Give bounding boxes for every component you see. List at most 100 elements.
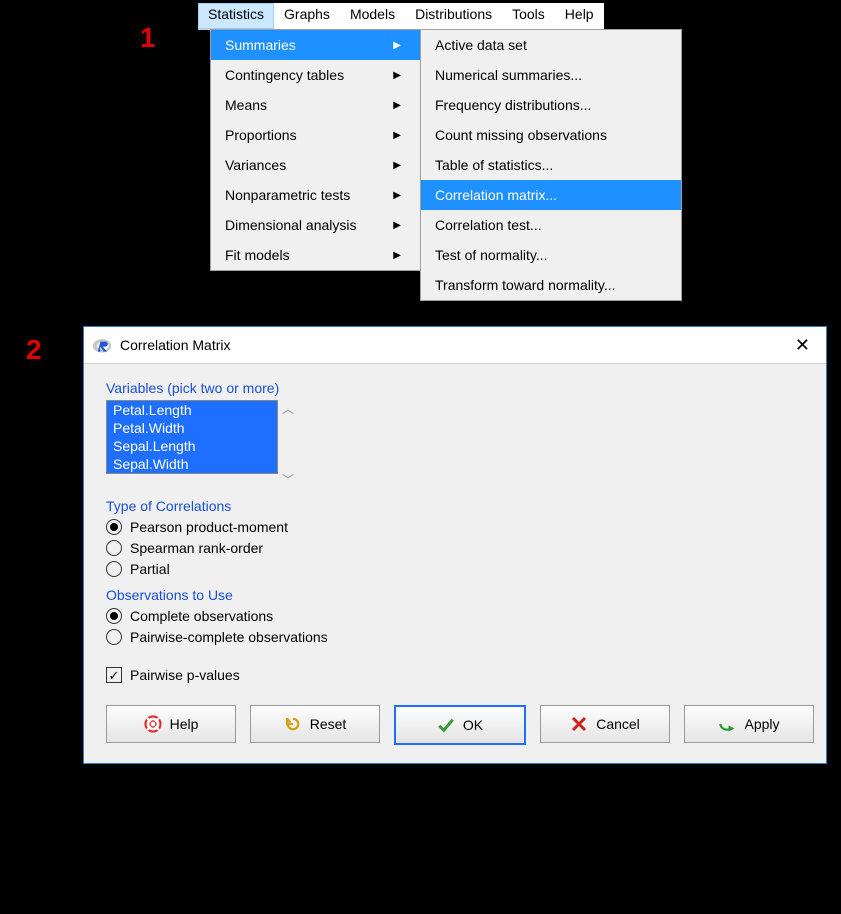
checkbox-label: Pairwise p-values: [130, 667, 240, 683]
menu-statistics[interactable]: Statistics: [198, 3, 274, 29]
chevron-up-icon: ︿: [282, 400, 294, 417]
menu-tools[interactable]: Tools: [502, 3, 555, 29]
radio-partial[interactable]: Partial: [106, 561, 804, 577]
button-label: Reset: [310, 716, 347, 732]
radio-label: Spearman rank-order: [130, 540, 263, 556]
submenu-item-label: Frequency distributions...: [435, 97, 591, 113]
dialog-body: Variables (pick two or more) Petal.Lengt…: [84, 364, 826, 763]
radio-spearman[interactable]: Spearman rank-order: [106, 540, 804, 556]
lifebuoy-icon: [144, 715, 162, 733]
list-item[interactable]: Petal.Width: [107, 419, 277, 437]
r-logo-icon: [92, 335, 112, 355]
chevron-right-icon: ▶: [393, 100, 401, 111]
submenu-item-correlation-matrix[interactable]: Correlation matrix...: [421, 180, 681, 210]
annotation-2: 2: [26, 334, 42, 366]
submenu-item-label: Contingency tables: [225, 67, 344, 83]
radio-icon: [106, 519, 122, 535]
button-label: Cancel: [596, 716, 640, 732]
menubar: Statistics Graphs Models Distributions T…: [198, 3, 604, 30]
submenu-item-numerical[interactable]: Numerical summaries...: [421, 60, 681, 90]
submenu-item-label: Nonparametric tests: [225, 187, 350, 203]
close-icon: ✕: [795, 335, 810, 355]
undo-icon: [284, 715, 302, 733]
submenu-item-label: Table of statistics...: [435, 157, 553, 173]
submenu-item-variances[interactable]: Variances ▶: [211, 150, 421, 180]
button-label: Help: [170, 716, 199, 732]
menu-help[interactable]: Help: [555, 3, 604, 29]
submenu-item-label: Correlation matrix...: [435, 187, 557, 203]
reset-button[interactable]: Reset: [250, 705, 380, 743]
radio-icon: [106, 608, 122, 624]
radio-label: Partial: [130, 561, 170, 577]
cancel-button[interactable]: Cancel: [540, 705, 670, 743]
apply-button[interactable]: Apply: [684, 705, 814, 743]
submenu-item-label: Variances: [225, 157, 286, 173]
submenu-item-table-stats[interactable]: Table of statistics...: [421, 150, 681, 180]
close-button[interactable]: ✕: [787, 331, 818, 360]
annotation-1: 1: [140, 22, 156, 54]
submenu-item-correlation-test[interactable]: Correlation test...: [421, 210, 681, 240]
submenu-item-proportions[interactable]: Proportions ▶: [211, 120, 421, 150]
ok-button[interactable]: OK: [394, 705, 526, 745]
submenu-item-label: Fit models: [225, 247, 290, 263]
variables-listbox[interactable]: Petal.Length Petal.Width Sepal.Length Se…: [106, 400, 278, 474]
submenu-item-label: Proportions: [225, 127, 297, 143]
submenu-summaries: Active data set Numerical summaries... F…: [420, 29, 682, 301]
listbox-scroll[interactable]: ︿ ﹀: [282, 400, 294, 488]
dialog-button-row: Help Reset OK Cancel: [106, 705, 804, 745]
dialog-title: Correlation Matrix: [120, 337, 230, 353]
chevron-right-icon: ▶: [393, 70, 401, 81]
submenu-item-label: Correlation test...: [435, 217, 542, 233]
forward-icon: [718, 715, 736, 733]
menu-models[interactable]: Models: [340, 3, 405, 29]
list-item[interactable]: Sepal.Length: [107, 437, 277, 455]
submenu-statistics: Summaries ▶ Contingency tables ▶ Means ▶…: [210, 29, 422, 271]
correlation-matrix-dialog: Correlation Matrix ✕ Variables (pick two…: [83, 326, 827, 764]
radio-icon: [106, 561, 122, 577]
radio-icon: [106, 540, 122, 556]
submenu-item-active-dataset[interactable]: Active data set: [421, 30, 681, 60]
submenu-item-normality-test[interactable]: Test of normality...: [421, 240, 681, 270]
button-label: Apply: [744, 716, 779, 732]
type-label: Type of Correlations: [106, 498, 804, 514]
help-button[interactable]: Help: [106, 705, 236, 743]
radio-label: Pearson product-moment: [130, 519, 288, 535]
list-item[interactable]: Petal.Length: [107, 401, 277, 419]
radio-label: Pairwise-complete observations: [130, 629, 328, 645]
radio-pearson[interactable]: Pearson product-moment: [106, 519, 804, 535]
check-icon: [437, 716, 455, 734]
submenu-item-label: Count missing observations: [435, 127, 607, 143]
obs-label: Observations to Use: [106, 587, 804, 603]
submenu-item-label: Test of normality...: [435, 247, 548, 263]
submenu-item-label: Transform toward normality...: [435, 277, 616, 293]
chevron-right-icon: ▶: [393, 40, 401, 51]
x-icon: [570, 715, 588, 733]
submenu-item-summaries[interactable]: Summaries ▶: [211, 30, 421, 60]
submenu-item-label: Dimensional analysis: [225, 217, 357, 233]
submenu-item-label: Summaries: [225, 37, 296, 53]
list-item[interactable]: Sepal.Width: [107, 455, 277, 473]
checkbox-icon: ✓: [106, 667, 122, 683]
submenu-item-label: Active data set: [435, 37, 527, 53]
menu-graphs[interactable]: Graphs: [274, 3, 340, 29]
chevron-right-icon: ▶: [393, 250, 401, 261]
submenu-item-dimensional[interactable]: Dimensional analysis ▶: [211, 210, 421, 240]
menu-distributions[interactable]: Distributions: [405, 3, 502, 29]
checkbox-pvalues[interactable]: ✓ Pairwise p-values: [106, 667, 804, 683]
submenu-item-transform-normality[interactable]: Transform toward normality...: [421, 270, 681, 300]
radio-complete-obs[interactable]: Complete observations: [106, 608, 804, 624]
radio-icon: [106, 629, 122, 645]
submenu-item-contingency[interactable]: Contingency tables ▶: [211, 60, 421, 90]
radio-pairwise-obs[interactable]: Pairwise-complete observations: [106, 629, 804, 645]
submenu-item-count-missing[interactable]: Count missing observations: [421, 120, 681, 150]
chevron-down-icon: ﹀: [282, 471, 294, 488]
variables-label: Variables (pick two or more): [106, 380, 804, 396]
submenu-item-frequency[interactable]: Frequency distributions...: [421, 90, 681, 120]
chevron-right-icon: ▶: [393, 220, 401, 231]
chevron-right-icon: ▶: [393, 160, 401, 171]
submenu-item-means[interactable]: Means ▶: [211, 90, 421, 120]
submenu-item-fitmodels[interactable]: Fit models ▶: [211, 240, 421, 270]
submenu-item-nonparametric[interactable]: Nonparametric tests ▶: [211, 180, 421, 210]
submenu-item-label: Means: [225, 97, 267, 113]
dialog-titlebar: Correlation Matrix ✕: [84, 327, 826, 364]
